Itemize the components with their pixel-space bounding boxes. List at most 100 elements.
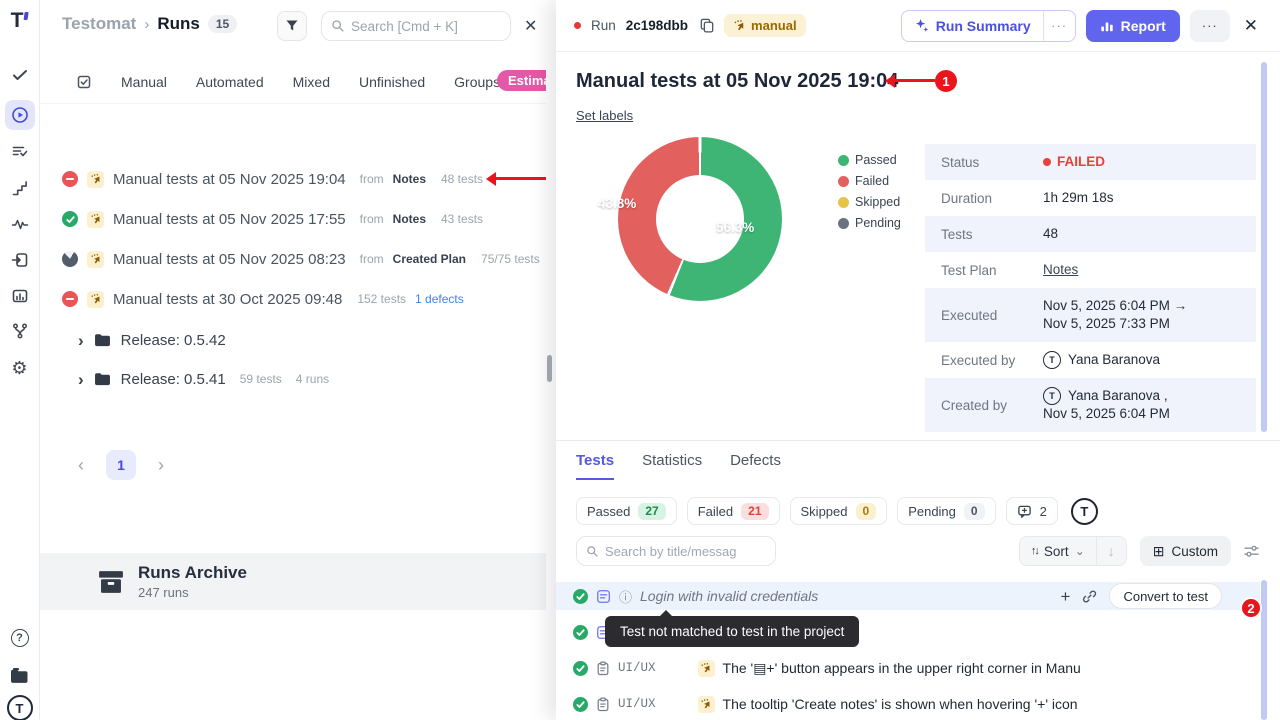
chip-passed[interactable]: Passed27 xyxy=(576,497,677,525)
detail-header: Run 2c198dbb manual Run Summary ··· Repo… xyxy=(556,0,1280,52)
run-row-1[interactable]: Manual tests at 05 Nov 2025 19:04 from N… xyxy=(40,161,546,197)
page-number[interactable]: 1 xyxy=(106,450,136,480)
test-row-3[interactable]: UI/UX The '▤+' button appears in the upp… xyxy=(556,654,1260,682)
tests-scrollbar-thumb[interactable] xyxy=(1261,580,1267,720)
run-row-3[interactable]: Manual tests at 05 Nov 2025 08:23 from C… xyxy=(40,241,546,277)
info-row-executed: Executed Nov 5, 2025 6:04 PM →Nov 5, 202… xyxy=(925,288,1256,342)
clipboard-icon xyxy=(596,661,610,676)
test-tag: UI/UX xyxy=(618,661,656,675)
activity-nav-icon[interactable] xyxy=(5,209,35,239)
run-type-badge[interactable]: manual xyxy=(724,14,806,37)
import-nav-icon[interactable] xyxy=(5,245,35,275)
chip-failed[interactable]: Failed21 xyxy=(687,497,780,525)
tab-defects[interactable]: Defects xyxy=(730,452,781,480)
runs-nav-icon[interactable] xyxy=(5,100,35,130)
executed-by-name: Yana Baranova xyxy=(1068,351,1160,369)
sort-direction-button[interactable]: ↓ xyxy=(1096,537,1126,565)
chevron-right-icon[interactable]: › xyxy=(78,332,84,349)
page-prev-icon[interactable]: ‹ xyxy=(70,455,92,476)
chip-count: 2 xyxy=(1040,504,1047,519)
report-button[interactable]: Report xyxy=(1086,10,1180,42)
created-at: Nov 5, 2025 6:04 PM xyxy=(1043,406,1170,421)
left-scrollbar-thumb[interactable] xyxy=(547,355,552,382)
link-icon[interactable] xyxy=(1082,589,1097,604)
chip-comments[interactable]: 2 xyxy=(1006,497,1058,525)
estimate-badge[interactable]: Estimate xyxy=(497,70,546,91)
docs-folder-icon[interactable] xyxy=(5,660,35,690)
info-label: Created by xyxy=(941,398,1043,413)
run-row-2[interactable]: Manual tests at 05 Nov 2025 17:55 from N… xyxy=(40,201,546,237)
run-row-4[interactable]: Manual tests at 30 Oct 2025 09:48 152 te… xyxy=(40,281,546,317)
folder-row-2[interactable]: › Release: 0.5.41 59 tests 4 runs xyxy=(40,361,546,397)
tests-search-input[interactable] xyxy=(605,544,755,559)
manual-run-icon xyxy=(698,660,715,677)
pending-dot-icon xyxy=(838,218,849,229)
tab-unfinished[interactable]: Unfinished xyxy=(359,74,425,90)
tab-groups[interactable]: Groups xyxy=(454,74,500,90)
suites-nav-icon[interactable] xyxy=(5,137,35,167)
passed-check-icon xyxy=(573,589,588,604)
funnel-icon xyxy=(285,19,299,33)
more-actions-button[interactable]: ··· xyxy=(1190,10,1230,42)
select-all-icon[interactable] xyxy=(76,74,92,90)
view-settings-icon[interactable] xyxy=(1243,543,1260,560)
page-next-icon[interactable]: › xyxy=(150,455,172,476)
header-actions: Run Summary ··· Report ··· ✕ xyxy=(901,10,1262,42)
tab-manual[interactable]: Manual xyxy=(121,74,167,90)
user-avatar[interactable]: T xyxy=(5,693,35,720)
runs-search-input[interactable] xyxy=(351,19,491,34)
run-summary-more-button[interactable]: ··· xyxy=(1043,11,1075,41)
close-detail-icon[interactable]: ✕ xyxy=(1240,16,1262,36)
testomat-logo-icon[interactable]: T xyxy=(11,9,29,33)
breadcrumb-project[interactable]: Testomat xyxy=(62,14,136,34)
legend-label: Passed xyxy=(855,153,897,167)
set-labels-link[interactable]: Set labels xyxy=(576,108,633,123)
convert-to-test-button[interactable]: Convert to test xyxy=(1109,583,1222,609)
legend-label: Skipped xyxy=(855,195,900,209)
run-defects-link[interactable]: 1 defects xyxy=(415,292,464,306)
checks-nav-icon[interactable] xyxy=(5,60,35,90)
manual-run-icon xyxy=(733,19,746,32)
tab-automated[interactable]: Automated xyxy=(196,74,264,90)
steps-nav-icon[interactable] xyxy=(5,173,35,203)
user-avatar: T xyxy=(1043,351,1061,369)
testplan-link[interactable]: Notes xyxy=(1043,261,1078,279)
test-row-1[interactable]: ⓘ Login with invalid credentials + Conve… xyxy=(556,582,1260,610)
runs-archive[interactable]: Runs Archive 247 runs xyxy=(40,553,546,610)
info-label: Executed by xyxy=(941,353,1043,368)
copy-icon[interactable] xyxy=(700,18,714,33)
chip-pending[interactable]: Pending0 xyxy=(897,497,995,525)
test-tag: UI/UX xyxy=(618,697,656,711)
runs-panel: Testomat › Runs 15 ✕ Manual Automated Mi… xyxy=(40,0,546,720)
analytics-nav-icon[interactable] xyxy=(5,281,35,311)
tab-statistics[interactable]: Statistics xyxy=(642,452,702,480)
branch-nav-icon[interactable] xyxy=(5,316,35,346)
add-icon[interactable]: + xyxy=(1061,588,1071,605)
info-label: Executed xyxy=(941,308,1043,323)
sort-label: Sort xyxy=(1044,544,1069,559)
info-row-created-by: Created by TYana Baranova ,Nov 5, 2025 6… xyxy=(925,378,1256,432)
assignee-avatar[interactable]: T xyxy=(1071,498,1098,525)
folder-row-1[interactable]: › Release: 0.5.42 xyxy=(40,322,546,358)
pagination: ‹ 1 › xyxy=(70,450,172,480)
breadcrumb-current: Runs xyxy=(157,14,200,34)
chevron-right-icon[interactable]: › xyxy=(78,371,84,388)
sort-button[interactable]: ↑↓Sort⌄ xyxy=(1020,537,1096,565)
tab-mixed[interactable]: Mixed xyxy=(293,74,330,90)
test-row-4[interactable]: UI/UX The tooltip 'Create notes' is show… xyxy=(556,690,1260,718)
chip-skipped[interactable]: Skipped0 xyxy=(790,497,888,525)
tests-toolbar: ↑↓Sort⌄ ↓ ⊞Custom xyxy=(576,536,1260,566)
tab-tests[interactable]: Tests xyxy=(576,452,614,480)
detail-scrollbar-thumb[interactable] xyxy=(1261,62,1267,432)
folder-icon xyxy=(94,333,111,347)
settings-nav-icon[interactable]: ⚙ xyxy=(5,353,35,383)
custom-columns-button[interactable]: ⊞Custom xyxy=(1140,536,1231,566)
filter-button[interactable] xyxy=(277,11,307,41)
created-by-value: TYana Baranova ,Nov 5, 2025 6:04 PM xyxy=(1043,387,1170,423)
legend-label: Pending xyxy=(855,216,901,230)
help-icon[interactable]: ? xyxy=(5,623,35,653)
panel-close-icon[interactable]: ✕ xyxy=(524,16,537,36)
chart-legend: Passed Failed Skipped Pending xyxy=(838,153,901,230)
grid-icon: ⊞ xyxy=(1153,543,1165,560)
run-summary-button[interactable]: Run Summary xyxy=(902,11,1043,41)
